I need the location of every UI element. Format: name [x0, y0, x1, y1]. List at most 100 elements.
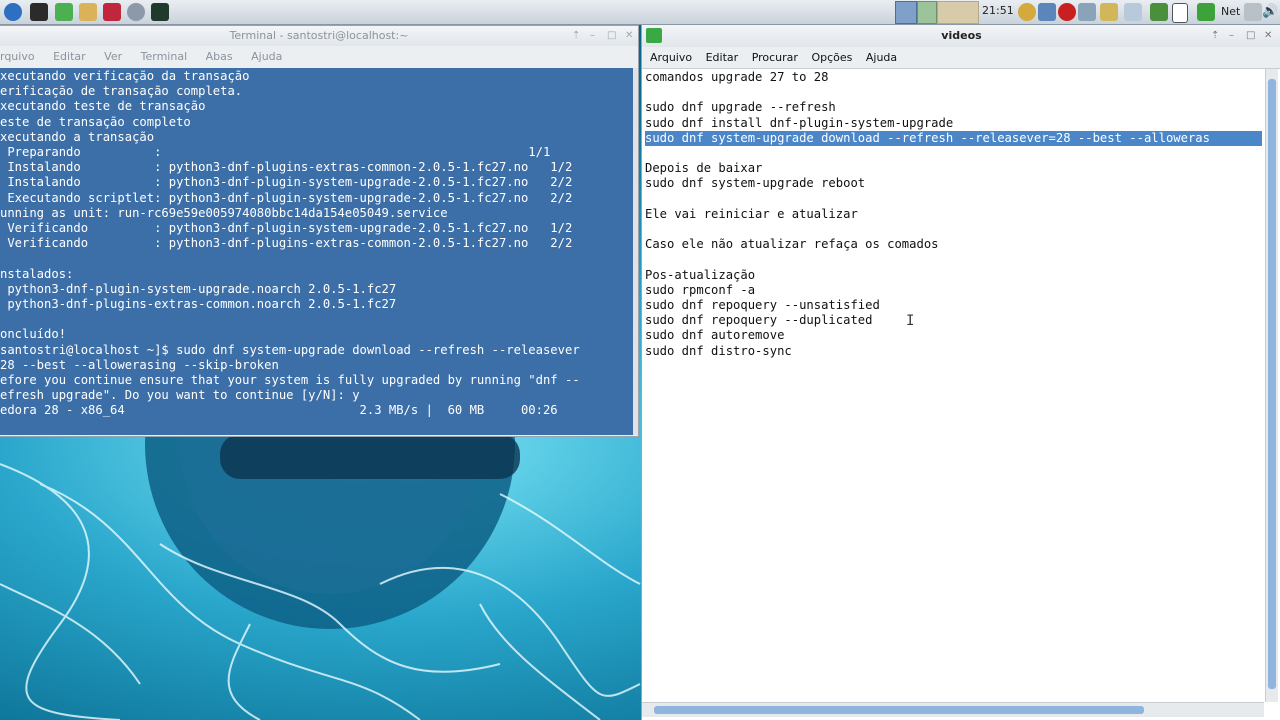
display-tray-icon[interactable] — [1038, 3, 1056, 21]
terminal-line: efresh upgrade". Do you want to continue… — [0, 388, 360, 403]
terminal-window: Terminal - santostri@localhost:~ ⇡ – □ ✕… — [0, 25, 639, 437]
editor-line: sudo dnf upgrade --refresh — [645, 100, 836, 115]
net-label[interactable]: Net — [1221, 5, 1240, 18]
package-tray-icon[interactable] — [1150, 3, 1168, 21]
network-tray-icon[interactable] — [1078, 3, 1096, 21]
editor-menu-edit[interactable]: Editar — [706, 51, 739, 64]
editor-selected-line: sudo dnf system-upgrade download --refre… — [645, 130, 1264, 147]
terminal-line: Instalando : python3-dnf-plugins-extras-… — [0, 160, 573, 175]
editor-maximize-icon[interactable]: □ — [1246, 25, 1255, 47]
text-editor-app-icon — [646, 28, 662, 43]
terminal-line: Verificando : python3-dnf-plugin-system-… — [0, 221, 573, 236]
clock[interactable]: 21:51 — [982, 4, 1014, 17]
terminal-launcher-icon[interactable] — [30, 3, 48, 21]
text-editor-launcher-icon[interactable] — [55, 3, 73, 21]
terminal-output[interactable]: xecutando verificação da transação erific… — [0, 68, 633, 435]
terminal-line: nstalados: — [0, 266, 74, 281]
workspace-1[interactable] — [895, 1, 917, 24]
terminal-line: Executando scriptlet: python3-dnf-plugin… — [0, 190, 573, 205]
spreadsheet-tray-icon[interactable] — [1197, 3, 1215, 21]
terminal-line: python3-dnf-plugin-system-upgrade.noarch… — [0, 281, 397, 296]
terminal-line: xecutando verificação da transação — [0, 69, 250, 83]
editor-line: sudo rpmconf -a — [645, 282, 756, 297]
editor-minimize-icon[interactable]: – — [1229, 25, 1234, 47]
network-speed-icon[interactable] — [1244, 3, 1262, 21]
terminal-menu-file[interactable]: rquivo — [0, 50, 35, 63]
editor-titlebar[interactable]: videos ⇡ – □ ✕ — [642, 25, 1280, 47]
editor-line: Pos-atualização — [645, 267, 756, 282]
editor-line: sudo dnf install dnf-plugin-system-upgra… — [645, 115, 954, 130]
editor-menu-options[interactable]: Opções — [811, 51, 852, 64]
editor-menu-help[interactable]: Ajuda — [866, 51, 897, 64]
terminal-line: xecutando a transação — [0, 129, 155, 144]
editor-text-area[interactable]: comandos upgrade 27 to 28 sudo dnf upgra… — [642, 69, 1264, 702]
editor-maximize-up-icon[interactable]: ⇡ — [1211, 25, 1219, 47]
text-cursor-icon: I — [906, 313, 915, 329]
terminal-maximize-icon[interactable]: □ — [607, 26, 616, 46]
terminal-menubar: rquivo Editar Ver Terminal Abas Ajuda — [0, 46, 638, 69]
terminal-line: erificação de transação completa. — [0, 84, 243, 99]
editor-window: videos ⇡ – □ ✕ Arquivo Editar Procurar O… — [641, 25, 1280, 720]
weather-tray-icon[interactable] — [1124, 3, 1142, 21]
terminal-line: Instalando : python3-dnf-plugin-system-u… — [0, 175, 573, 190]
battery-tray-icon[interactable] — [1172, 3, 1188, 23]
terminal-scrollbar[interactable] — [633, 68, 638, 435]
disk-launcher-icon[interactable] — [127, 3, 145, 21]
terminal-menu-tabs[interactable]: Abas — [206, 50, 233, 63]
editor-horizontal-scrollbar[interactable] — [642, 702, 1264, 717]
update-tray-icon[interactable] — [1018, 3, 1036, 21]
system-monitor-launcher-icon[interactable] — [151, 3, 169, 21]
editor-line: Ele vai reiniciar e atualizar — [645, 206, 858, 221]
terminal-line: santostri@localhost ~]$ sudo dnf system-… — [0, 342, 580, 357]
settings-launcher-icon[interactable] — [79, 3, 97, 21]
terminal-close-icon[interactable]: ✕ — [625, 26, 633, 46]
record-tray-icon[interactable] — [1058, 3, 1076, 21]
editor-title: videos — [941, 29, 982, 42]
editor-text: comandos upgrade 27 to 28 sudo dnf upgra… — [642, 69, 1264, 359]
workspace-3[interactable] — [937, 1, 979, 24]
terminal-line: oncluído! — [0, 327, 67, 342]
editor-line: Caso ele não atualizar refaça os comados — [645, 237, 939, 252]
terminal-line: Preparando : 1/1 — [0, 145, 551, 160]
editor-line: sudo dnf system-upgrade reboot — [645, 176, 866, 191]
terminal-line: python3-dnf-plugins-extras-common.noarch… — [0, 297, 397, 312]
editor-menu-search[interactable]: Procurar — [752, 51, 798, 64]
terminal-titlebar[interactable]: Terminal - santostri@localhost:~ ⇡ – □ ✕ — [0, 26, 638, 46]
app-launcher-icon[interactable] — [103, 3, 121, 21]
editor-menubar: Arquivo Editar Procurar Opções Ajuda — [642, 47, 1280, 69]
terminal-maximize-up-icon[interactable]: ⇡ — [572, 26, 580, 46]
terminal-minimize-icon[interactable]: – — [590, 26, 595, 46]
workspace-2[interactable] — [917, 1, 937, 24]
terminal-line: este de transação completo — [0, 114, 191, 129]
editor-horizontal-scroll-thumb[interactable] — [654, 706, 1144, 714]
top-panel: 21:51 Net 🔊 — [0, 0, 1280, 25]
terminal-line: 28 --best --allowerasing --skip-broken — [0, 357, 279, 372]
terminal-line: unning as unit: run-rc69e59e005974080bbc… — [0, 205, 448, 220]
editor-line: sudo dnf autoremove — [645, 328, 785, 343]
editor-line: sudo dnf repoquery --duplicated — [645, 313, 873, 328]
terminal-menu-edit[interactable]: Editar — [53, 50, 86, 63]
editor-close-icon[interactable]: ✕ — [1264, 25, 1272, 47]
fedora-menu-icon[interactable] — [4, 3, 22, 21]
clipboard-tray-icon[interactable] — [1100, 3, 1118, 21]
editor-vertical-scroll-thumb[interactable] — [1268, 79, 1276, 689]
editor-line: comandos upgrade 27 to 28 — [645, 70, 829, 84]
volume-icon[interactable]: 🔊 — [1262, 3, 1280, 21]
terminal-menu-help[interactable]: Ajuda — [251, 50, 282, 63]
editor-vertical-scrollbar[interactable] — [1265, 69, 1278, 702]
terminal-menu-terminal[interactable]: Terminal — [141, 50, 188, 63]
terminal-text: xecutando verificação da transação erific… — [0, 68, 633, 419]
editor-line: sudo dnf repoquery --unsatisfied — [645, 298, 880, 313]
terminal-line: efore you continue ensure that your syst… — [0, 373, 580, 388]
terminal-menu-view[interactable]: Ver — [104, 50, 122, 63]
editor-menu-file[interactable]: Arquivo — [650, 51, 692, 64]
editor-line: sudo dnf distro-sync — [645, 343, 792, 358]
terminal-line: edora 28 - x86_64 2.3 MB/s | 60 MB 00:26 — [0, 403, 558, 418]
